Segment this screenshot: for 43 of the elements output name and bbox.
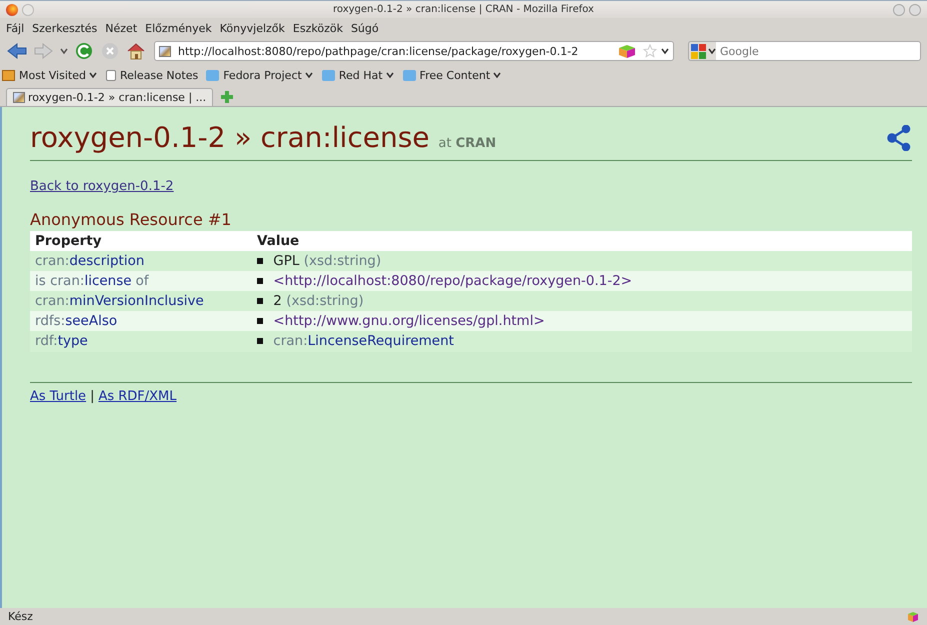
- literal-value: 2 (xsd:string): [273, 293, 364, 309]
- bookmark-item[interactable]: Fedora Project: [206, 68, 314, 82]
- bullet-icon: [257, 278, 263, 284]
- back-arrow-icon[interactable]: [6, 42, 28, 60]
- menu-item[interactable]: Fájl: [6, 22, 24, 34]
- bullet-icon: [257, 298, 263, 304]
- column-header: Value: [252, 231, 912, 251]
- format-link[interactable]: As Turtle: [30, 389, 86, 404]
- minimize-button[interactable]: [893, 4, 905, 16]
- maximize-button[interactable]: [909, 4, 921, 16]
- property-link[interactable]: rdf:type: [35, 333, 88, 349]
- column-header: Property: [30, 231, 252, 251]
- literal-value: GPL (xsd:string): [273, 253, 382, 269]
- address-field[interactable]: http://localhost:8080/repo/pathpage/cran:license/package/roxygen-0.1-2: [154, 41, 674, 61]
- bullet-icon: [257, 258, 263, 264]
- menu-item[interactable]: Eszközök: [292, 22, 343, 34]
- status-text: Kész: [8, 610, 33, 623]
- window-title: roxygen-0.1-2 » cran:license | CRAN - Mozilla Firefox: [332, 4, 595, 15]
- bookmark-item[interactable]: Red Hat: [322, 68, 395, 82]
- bullet-icon: [257, 338, 263, 344]
- bookmark-item[interactable]: Free Content: [402, 68, 502, 82]
- folder-icon: [322, 70, 335, 80]
- format-link[interactable]: As RDF/XML: [98, 389, 177, 404]
- section-heading: Anonymous Resource #1: [30, 210, 232, 229]
- cube-icon: [907, 610, 919, 622]
- share-icon[interactable]: [886, 124, 912, 150]
- menu-item[interactable]: Könyvjelzők: [220, 22, 285, 34]
- reload-icon[interactable]: [74, 41, 94, 61]
- menu-item[interactable]: Nézet: [105, 22, 138, 34]
- bullet-icon: [257, 318, 263, 324]
- folder-icon: [206, 70, 220, 80]
- menu-item[interactable]: Súgó: [350, 22, 379, 34]
- star-icon[interactable]: [643, 44, 657, 58]
- back-link[interactable]: Back to roxygen-0.1-2: [30, 179, 174, 194]
- page-title: roxygen-0.1-2 » cran:license at CRAN: [30, 121, 496, 154]
- separator: |: [90, 389, 94, 404]
- menu-item[interactable]: Előzmények: [145, 22, 212, 34]
- bookmark-item[interactable]: Release Notes: [106, 68, 198, 82]
- folder-icon: [402, 70, 416, 80]
- browser-tab[interactable]: roxygen-0.1-2 » cran:license | ...: [6, 88, 214, 106]
- home-icon[interactable]: [126, 41, 146, 61]
- bookmark-item[interactable]: Most Visited: [2, 68, 98, 82]
- menu-item[interactable]: Szerkesztés: [32, 22, 98, 34]
